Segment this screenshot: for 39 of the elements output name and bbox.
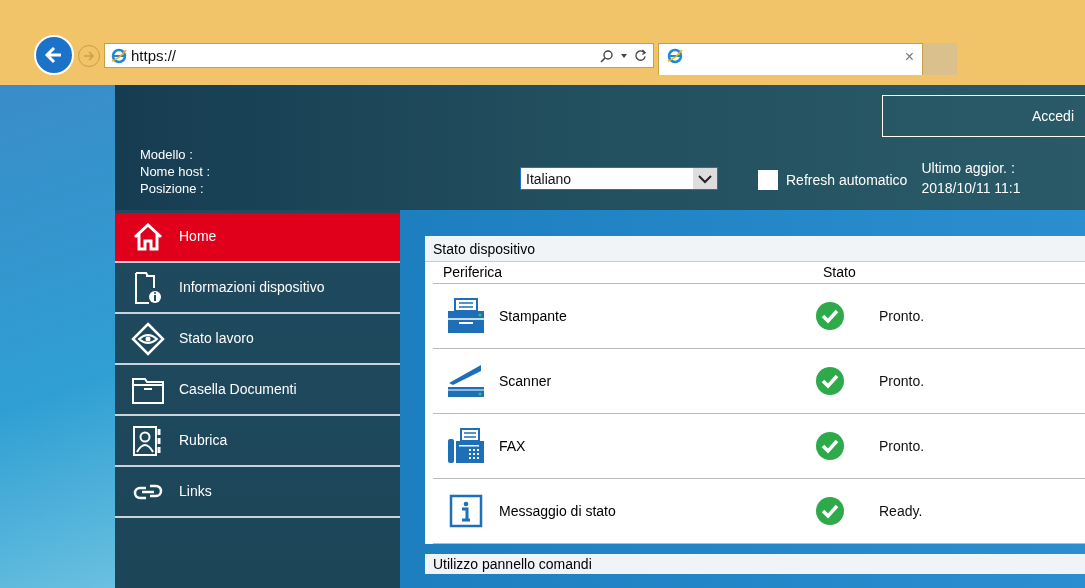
printer-icon [447, 297, 485, 335]
arrow-right-icon [83, 50, 95, 62]
search-icon[interactable] [600, 48, 614, 63]
scanner-icon [447, 363, 485, 399]
status-message: Pronto. [879, 438, 925, 454]
column-header: Stato [823, 264, 857, 280]
device-name: Messaggio di stato [499, 503, 617, 519]
checkbox-label: Refresh automatico [786, 172, 908, 188]
address-bar[interactable]: https:// [104, 43, 654, 68]
status-message: Pronto. [879, 373, 925, 389]
checkbox[interactable] [758, 170, 778, 190]
browser-tab[interactable]: × [658, 43, 923, 75]
device-name: FAX [499, 438, 527, 454]
section-title: Utilizzo pannello comandi [433, 556, 592, 572]
dropdown-caret-icon[interactable] [620, 52, 628, 59]
browser-logo-icon [111, 47, 127, 64]
panel-title: Stato dispositivo [425, 236, 1085, 262]
fax-machine-icon [447, 427, 485, 465]
eye-diamond-icon [131, 321, 165, 356]
column-header: Periferica [443, 264, 504, 280]
chevron-down-icon [698, 173, 712, 184]
language-select[interactable]: Italiano [520, 167, 718, 190]
device-name: Scanner [499, 373, 553, 389]
sidebar-item[interactable]: Home [115, 213, 400, 263]
status-message: Ready. [879, 503, 923, 519]
back-button[interactable] [34, 35, 74, 75]
house-icon [131, 223, 165, 251]
login-button[interactable]: Accedi [882, 95, 1085, 137]
last-update-label: Ultimo aggior. : [921, 160, 1016, 176]
info-icon [449, 494, 483, 528]
device-label: Nome host : [140, 164, 212, 179]
refresh-icon[interactable] [634, 49, 647, 62]
device-label: Modello : [140, 147, 194, 162]
device-name: Stampante [499, 308, 568, 324]
status-message: Pronto. [879, 308, 925, 324]
close-tab-button[interactable]: × [904, 48, 914, 66]
last-update-value: 2018/10/11 11:1 [921, 180, 1021, 196]
device-label: Posizione : [140, 181, 205, 196]
browser-logo-icon [667, 48, 683, 64]
